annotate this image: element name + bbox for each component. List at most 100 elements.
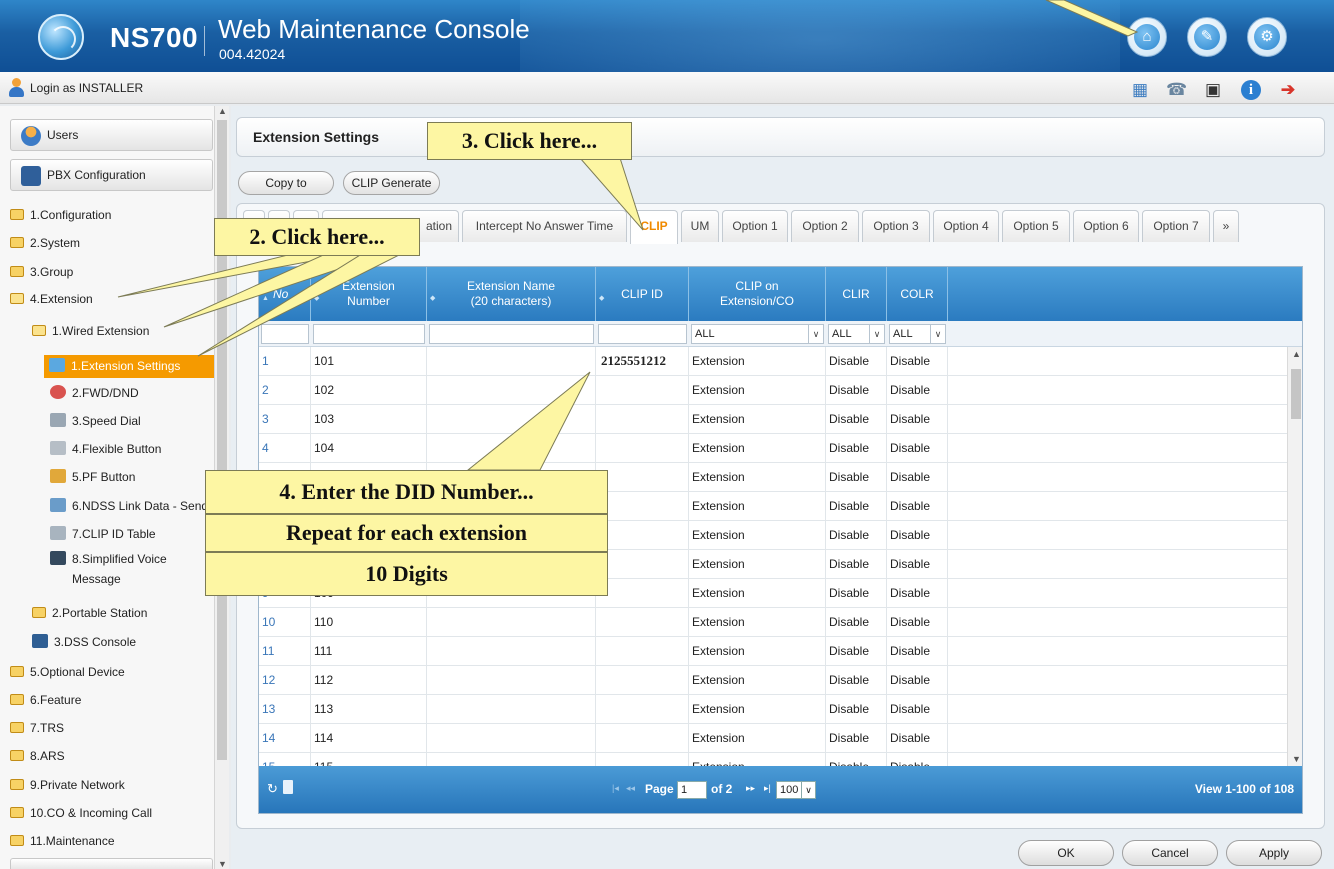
cell-no[interactable]: 13 bbox=[259, 695, 311, 724]
tree-dss-console[interactable]: 3.DSS Console bbox=[32, 632, 136, 652]
tree-private-network[interactable]: 9.Private Network bbox=[10, 775, 125, 795]
tree-fwd-dnd[interactable]: 2.FWD/DND bbox=[50, 383, 139, 403]
tree-simplified-voice[interactable]: 8.Simplified Voice bbox=[50, 549, 167, 569]
tab-option-5[interactable]: Option 5 bbox=[1002, 210, 1070, 242]
info-icon[interactable]: i bbox=[1241, 80, 1261, 100]
cell-extension-name[interactable] bbox=[427, 405, 596, 434]
cell-extension-number[interactable]: 103 bbox=[311, 405, 427, 434]
cell-clip-id[interactable] bbox=[596, 579, 689, 608]
cell-clir[interactable]: Disable bbox=[826, 666, 887, 695]
cell-extension-number[interactable]: 104 bbox=[311, 434, 427, 463]
tree-wired-extension[interactable]: 1.Wired Extension bbox=[32, 321, 149, 341]
cell-colr[interactable]: Disable bbox=[887, 405, 948, 434]
scroll-up-icon[interactable]: ▲ bbox=[218, 106, 227, 116]
tab-option-3[interactable]: Option 3 bbox=[862, 210, 930, 242]
calendar-icon[interactable]: ▦ bbox=[1130, 80, 1150, 100]
tree-co-incoming[interactable]: 10.CO & Incoming Call bbox=[10, 803, 152, 823]
cell-extension-name[interactable] bbox=[427, 376, 596, 405]
cell-clir[interactable]: Disable bbox=[826, 434, 887, 463]
tab-option-4[interactable]: Option 4 bbox=[933, 210, 999, 242]
cell-extension-name[interactable] bbox=[427, 608, 596, 637]
col-extension-name[interactable]: ◆ Extension Name (20 characters) bbox=[427, 267, 596, 321]
tools-button[interactable]: ✎ bbox=[1187, 17, 1227, 57]
tree-feature[interactable]: 6.Feature bbox=[10, 690, 81, 710]
cell-extension-number[interactable]: 114 bbox=[311, 724, 427, 753]
users-menu[interactable]: Users bbox=[10, 119, 213, 151]
cell-clip-on[interactable]: Extension bbox=[689, 492, 826, 521]
ok-button[interactable]: OK bbox=[1018, 840, 1114, 866]
col-clip-on[interactable]: CLIP on Extension/CO bbox=[689, 267, 826, 321]
tree-speed-dial[interactable]: 3.Speed Dial bbox=[50, 411, 141, 431]
cell-extension-number[interactable]: 110 bbox=[311, 608, 427, 637]
col-clip-id[interactable]: ◆ CLIP ID bbox=[596, 267, 689, 321]
cell-clip-on[interactable]: Extension bbox=[689, 376, 826, 405]
table-row[interactable]: 10 110 Extension Disable Disable bbox=[259, 608, 1287, 637]
filter-clir-select[interactable]: ALL ∨ bbox=[828, 324, 885, 344]
cell-clir[interactable]: Disable bbox=[826, 376, 887, 405]
cell-clip-on[interactable]: Extension bbox=[689, 347, 826, 376]
tree-extension-settings[interactable]: 1.Extension Settings bbox=[44, 355, 214, 378]
tree-clip-id-table[interactable]: 7.CLIP ID Table bbox=[50, 524, 156, 544]
pbx-configuration-menu[interactable]: PBX Configuration bbox=[10, 159, 213, 191]
tab-option-7[interactable]: Option 7 bbox=[1142, 210, 1210, 242]
cell-clip-on[interactable]: Extension bbox=[689, 666, 826, 695]
tab-option-1[interactable]: Option 1 bbox=[722, 210, 788, 242]
filter-clip-id-input[interactable] bbox=[598, 324, 687, 344]
tab-clip[interactable]: CLIP bbox=[630, 210, 678, 244]
cell-extension-number[interactable]: 113 bbox=[311, 695, 427, 724]
table-row[interactable]: 12 112 Extension Disable Disable bbox=[259, 666, 1287, 695]
page-number-input[interactable]: 1 bbox=[677, 781, 707, 799]
cell-no[interactable]: 1 bbox=[259, 347, 311, 376]
cell-colr[interactable]: Disable bbox=[887, 666, 948, 695]
clip-generate-button[interactable]: CLIP Generate bbox=[343, 171, 440, 195]
cell-colr[interactable]: Disable bbox=[887, 434, 948, 463]
cell-no[interactable]: 12 bbox=[259, 666, 311, 695]
cell-colr[interactable]: Disable bbox=[887, 724, 948, 753]
export-icon[interactable] bbox=[283, 780, 293, 794]
next-page-icon[interactable]: ▸▸ bbox=[746, 783, 755, 794]
cell-clip-on[interactable]: Extension bbox=[689, 550, 826, 579]
cell-clir[interactable]: Disable bbox=[826, 405, 887, 434]
logout-icon[interactable]: ➔ bbox=[1278, 80, 1298, 100]
col-colr[interactable]: COLR bbox=[887, 267, 948, 321]
table-row[interactable]: 4 104 Extension Disable Disable bbox=[259, 434, 1287, 463]
cell-no[interactable]: 11 bbox=[259, 637, 311, 666]
cell-clir[interactable]: Disable bbox=[826, 608, 887, 637]
table-row[interactable]: 14 114 Extension Disable Disable bbox=[259, 724, 1287, 753]
last-page-icon[interactable]: ▸| bbox=[764, 783, 771, 794]
cell-clip-on[interactable]: Extension bbox=[689, 695, 826, 724]
cell-extension-number[interactable]: 111 bbox=[311, 637, 427, 666]
filter-colr-select[interactable]: ALL ∨ bbox=[889, 324, 946, 344]
settings-button[interactable]: ⚙ bbox=[1247, 17, 1287, 57]
page-size-select[interactable]: 100 ∨ bbox=[776, 781, 816, 799]
sidebar-next-panel[interactable] bbox=[10, 858, 213, 869]
cell-no[interactable]: 10 bbox=[259, 608, 311, 637]
phone-list-icon[interactable]: ☎ bbox=[1166, 80, 1187, 100]
cell-clip-id[interactable] bbox=[596, 695, 689, 724]
table-row[interactable]: 1 101 2125551212 Extension Disable Disable bbox=[259, 347, 1287, 376]
col-no[interactable]: ▲ No bbox=[259, 267, 311, 321]
cell-clir[interactable]: Disable bbox=[826, 637, 887, 666]
filter-extension-name-input[interactable] bbox=[429, 324, 594, 344]
table-row[interactable]: 3 103 Extension Disable Disable bbox=[259, 405, 1287, 434]
cell-extension-number[interactable]: 102 bbox=[311, 376, 427, 405]
cell-clip-on[interactable]: Extension bbox=[689, 434, 826, 463]
scroll-up-icon[interactable]: ▲ bbox=[1292, 349, 1301, 359]
cell-clir[interactable]: Disable bbox=[826, 521, 887, 550]
tree-pf-button[interactable]: 5.PF Button bbox=[50, 467, 135, 487]
refresh-icon[interactable]: ↻ bbox=[267, 781, 278, 797]
tab-intercept-no-answer-time[interactable]: Intercept No Answer Time bbox=[462, 210, 627, 242]
grid-scrollbar[interactable]: ▲ ▼ bbox=[1287, 347, 1302, 766]
cell-clip-id[interactable] bbox=[596, 637, 689, 666]
tree-ndss[interactable]: 6.NDSS Link Data - Send bbox=[50, 496, 208, 516]
prev-page-icon[interactable]: ◂◂ bbox=[626, 783, 635, 794]
cell-colr[interactable]: Disable bbox=[887, 492, 948, 521]
tree-group[interactable]: 3.Group bbox=[10, 262, 73, 282]
cell-colr[interactable]: Disable bbox=[887, 608, 948, 637]
tree-trs[interactable]: 7.TRS bbox=[10, 718, 64, 738]
copy-to-button[interactable]: Copy to bbox=[238, 171, 334, 195]
cell-colr[interactable]: Disable bbox=[887, 637, 948, 666]
cell-colr[interactable]: Disable bbox=[887, 550, 948, 579]
cell-no[interactable]: 3 bbox=[259, 405, 311, 434]
col-extension-number[interactable]: ◆ Extension Number bbox=[311, 267, 427, 321]
